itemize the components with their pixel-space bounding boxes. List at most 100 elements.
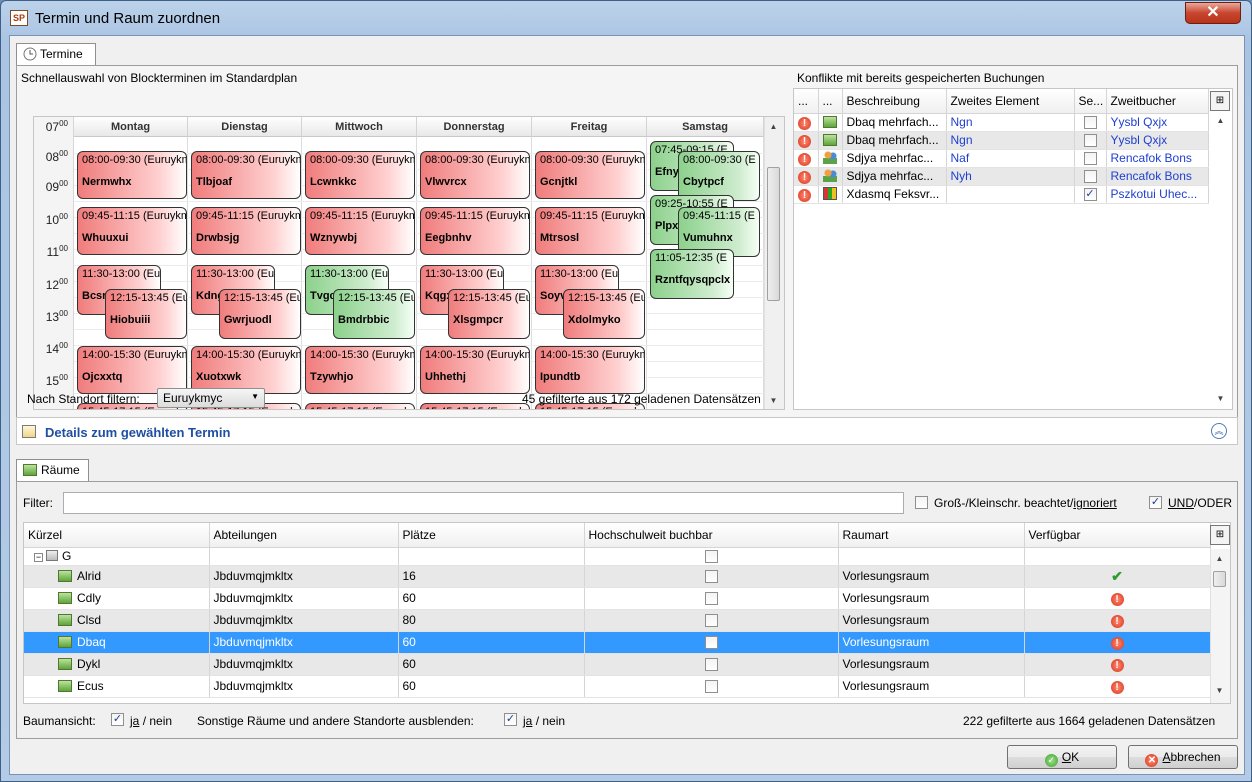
title-bar[interactable]: SP Termin und Raum zuordnen ✕ [1,1,1251,35]
konflikt-zweitbucher[interactable]: Yysbl Qxjx [1106,113,1209,132]
calendar-event[interactable]: 12:15-13:45 (Eu Gwrjuodl [219,289,301,339]
calendar-event[interactable]: 11:05-12:35 (E Rzntfqysqpclx [650,249,734,299]
rooms-column-header[interactable]: Kürzel [24,523,210,548]
calendar-event[interactable]: 12:15-13:45 (Eu Hiobuiii [105,289,187,339]
calendar-event[interactable]: 09:45-11:15 (Euruykmyc) Drwbsjg [191,207,301,255]
calendar-event[interactable]: 08:00-09:30 (Euruykmyc) Nermwhx [77,151,187,199]
konflikt-se-checkbox[interactable] [1083,152,1097,166]
room-row[interactable]: Alrid Jbduvmqjmkltx 16 Vorlesungsraum ✔ [24,565,1211,588]
room-row[interactable]: Cdly Jbduvmqjmkltx 60 Vorlesungsraum! [24,587,1211,610]
rooms-scrollbar[interactable]: ▲ ▼ [1210,549,1230,703]
calendar-event[interactable]: 08:00-09:30 (Euruykmyc) Vlwvrcx [420,151,530,199]
calendar-event[interactable]: 08:00-09:30 (E Cbytpcf [678,151,760,201]
konflikte-column-header[interactable]: ... [794,89,819,114]
konflikt-zweites-element[interactable] [946,185,1075,204]
calendar-event[interactable]: 09:45-11:15 (Euruykmyc) Eegbnhv [420,207,530,255]
room-buchbar-checkbox[interactable] [704,592,718,606]
konflikt-se-checkbox[interactable]: ✓ [1083,188,1097,202]
calendar-event[interactable]: 15:45-17:15 (Euruykmyc) [305,403,415,409]
scroll-up-icon[interactable]: ▲ [1212,113,1229,129]
konflikt-row[interactable]: ! Xdasmq Feksvr... ✓ Pszkotui Uhec... [794,185,1209,204]
tab-termine[interactable]: Termine [16,43,96,65]
konflikt-zweites-element[interactable]: Naf [946,149,1075,168]
konflikt-zweitbucher[interactable]: Rencafok Bons [1106,149,1209,168]
calendar-event[interactable]: 09:45-11:15 (Euruykmyc) Mtrsosl [535,207,645,255]
konflikt-se-checkbox[interactable] [1083,116,1097,130]
calendar-event[interactable]: 14:00-15:30 (Euruykmyc) Ipundtb [535,346,645,394]
konflikt-se-checkbox[interactable] [1083,134,1097,148]
konflikte-column-header[interactable]: ... [818,89,843,114]
konflikt-row[interactable]: ! Dbaq mehrfach... Ngn Yysbl Qxjx [794,131,1209,150]
scroll-down-icon[interactable]: ▼ [1212,391,1229,407]
rooms-column-header[interactable]: Abteilungen [209,523,399,548]
calendar-event[interactable]: 14:00-15:30 (Euruykmyc) Xuotxwk [191,346,301,394]
scroll-up-icon[interactable]: ▲ [1211,551,1228,567]
scroll-up-icon[interactable]: ▲ [765,119,782,135]
collapse-icon[interactable]: ︽ [1211,423,1227,439]
calendar-event[interactable]: 14:00-15:30 (Euruykmyc) Uhhethj [420,346,530,394]
room-row[interactable]: Dbaq Jbduvmqjmkltx 60 Vorlesungsraum! [24,631,1211,654]
baumansicht-checkbox[interactable]: ✓ [111,713,124,726]
rooms-column-header[interactable]: Raumart [838,523,1025,548]
konflikt-zweites-element[interactable]: Ngn [946,113,1075,132]
room-buchbar-checkbox[interactable] [704,570,718,584]
close-button[interactable]: ✕ [1185,2,1241,24]
calendar-event[interactable]: 12:15-13:45 (Eu Xlsgmpcr [448,289,530,339]
calendar-event[interactable]: 08:00-09:30 (Euruykmyc) Gcnjtkl [535,151,645,199]
rooms-column-header[interactable]: Verfügbar [1024,523,1211,548]
standort-filter-select[interactable]: Euruykmyc ▼ [157,388,265,408]
konflikte-scrollbar[interactable]: ▲ ▼ [1212,113,1232,409]
room-buchbar-checkbox[interactable] [704,680,718,694]
group-buchbar-checkbox[interactable] [704,550,718,564]
room-group-row[interactable]: − G [24,547,1211,566]
room-row[interactable]: Dykl Jbduvmqjmkltx 60 Vorlesungsraum! [24,653,1211,676]
room-buchbar-checkbox[interactable] [704,636,718,650]
calendar-scrollbar[interactable]: ▲ ▼ [764,117,784,409]
calendar-scroll-thumb[interactable] [767,167,780,301]
calendar-event[interactable]: 15:45-17:15 (Euruykmyc) [420,403,530,409]
scroll-down-icon[interactable]: ▼ [765,393,782,409]
konflikt-zweitbucher[interactable]: Rencafok Bons [1106,167,1209,186]
rooms-scroll-thumb[interactable] [1213,571,1226,587]
calendar-event[interactable]: 14:00-15:30 (Euruykmyc) Tzywhjo [305,346,415,394]
tab-raeume[interactable]: Räume [16,459,89,481]
room-buchbar-checkbox[interactable] [704,614,718,628]
collapse-tree-icon[interactable]: − [34,553,43,562]
room-row[interactable]: Clsd Jbduvmqjmkltx 80 Vorlesungsraum! [24,609,1211,632]
calendar-event[interactable]: 09:45-11:15 (Euruykmyc) Wznywbj [305,207,415,255]
konflikte-column-header[interactable]: Se... [1074,89,1107,114]
konflikt-zweites-element[interactable]: Ngn [946,131,1075,150]
scroll-down-icon[interactable]: ▼ [1211,683,1228,699]
calendar-event[interactable]: 14:00-15:30 (Euruykmyc) Ojcxxtq [77,346,187,394]
sonstige-ja[interactable]: ja [523,714,532,728]
case-sensitive-link[interactable]: ignoriert [1073,496,1116,510]
und-label[interactable]: UND [1168,496,1194,510]
column-chooser-icon[interactable]: ⊞ [1210,525,1230,545]
calendar-event[interactable]: 08:00-09:30 (Euruykmyc) Tlbjoaf [191,151,301,199]
konflikte-column-header[interactable]: Beschreibung [842,89,947,114]
room-row[interactable]: Ecus Jbduvmqjmkltx 60 Vorlesungsraum! [24,675,1211,698]
calendar-event[interactable]: 12:15-13:45 (Eu Xdolmyko [563,289,645,339]
konflikte-column-header[interactable]: Zweites Element [946,89,1075,114]
ok-button[interactable]: ✓ OK [1007,745,1117,769]
konflikt-row[interactable]: ! Sdjya mehrfac... Naf Rencafok Bons [794,149,1209,168]
filter-input[interactable] [63,492,904,514]
case-sensitive-checkbox[interactable] [915,496,928,509]
cancel-button[interactable]: ✕ Abbrechen [1128,745,1238,769]
konflikt-se-checkbox[interactable] [1083,170,1097,184]
und-oder-checkbox[interactable]: ✓ [1149,496,1162,509]
baumansicht-ja[interactable]: ja [130,714,139,728]
konflikt-row[interactable]: ! Dbaq mehrfach... Ngn Yysbl Qxjx [794,113,1209,132]
calendar-event[interactable]: 08:00-09:30 (Euruykmyc) Lcwnkkc [305,151,415,199]
konflikte-column-header[interactable]: Zweitbucher [1106,89,1209,114]
konflikt-row[interactable]: ! Sdjya mehrfac... Nyh Rencafok Bons [794,167,1209,186]
konflikt-zweitbucher[interactable]: Pszkotui Uhec... [1106,185,1209,204]
rooms-column-header[interactable]: Plätze [398,523,585,548]
details-bar[interactable]: Details zum gewählten Termin ︽ [16,417,1238,445]
column-chooser-icon[interactable]: ⊞ [1210,91,1230,111]
room-buchbar-checkbox[interactable] [704,658,718,672]
sonstige-checkbox[interactable]: ✓ [504,713,517,726]
konflikt-zweitbucher[interactable]: Yysbl Qxjx [1106,131,1209,150]
konflikt-zweites-element[interactable]: Nyh [946,167,1075,186]
calendar-event[interactable]: 09:45-11:15 (Euruykmyc) Whuuxui [77,207,187,255]
